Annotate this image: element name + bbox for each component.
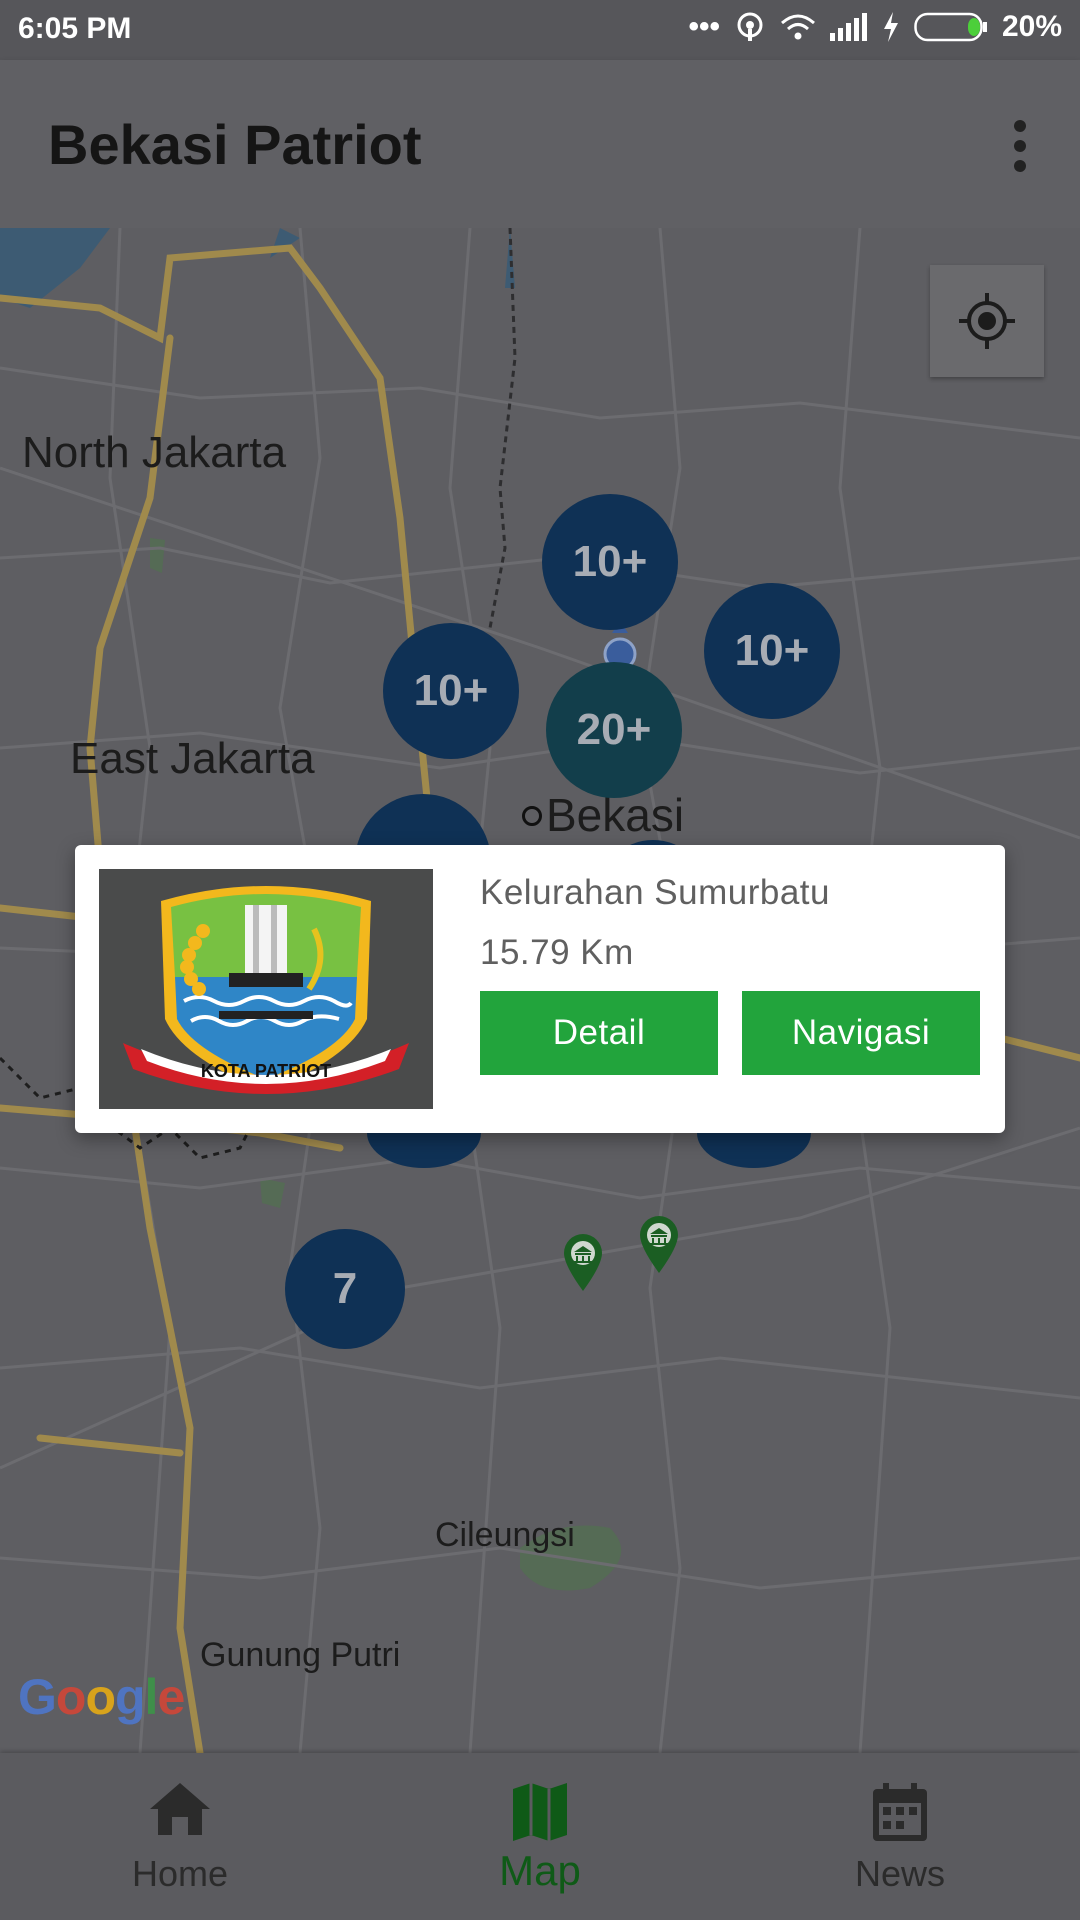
cluster-marker[interactable]: 10+ <box>542 494 678 630</box>
cluster-marker[interactable]: 7 <box>285 1229 405 1349</box>
map-label-gunung-putri: Gunung Putri <box>200 1636 401 1674</box>
city-emblem-image: KOTA PATRIOT <box>99 869 433 1109</box>
cluster-marker[interactable]: 10+ <box>704 583 840 719</box>
cluster-marker[interactable]: 20+ <box>546 662 682 798</box>
cluster-marker[interactable]: 10+ <box>383 623 519 759</box>
my-location-icon <box>959 293 1015 349</box>
battery-percent: 20% <box>1001 10 1062 43</box>
navigate-button[interactable]: Navigasi <box>742 991 980 1075</box>
wifi-icon <box>780 14 815 40</box>
home-icon <box>150 1783 210 1835</box>
location-name: Kelurahan Sumurbatu <box>480 873 830 912</box>
detail-button[interactable]: Detail <box>480 991 718 1075</box>
calendar-icon <box>873 1783 927 1841</box>
my-location-button[interactable] <box>930 265 1044 377</box>
location-info-window: KOTA PATRIOT Kelurahan Sumurbatu 15.79 K… <box>75 845 1005 1133</box>
bottom-navigation: Home Map News <box>0 1753 1080 1920</box>
google-attribution: Google <box>18 1669 185 1725</box>
signal-icon <box>829 13 867 41</box>
status-bar: 6:05 PM ••• 20% <box>0 0 1080 60</box>
nav-item-news[interactable]: News <box>720 1753 1080 1920</box>
hotspot-icon <box>737 12 763 41</box>
map-label-east-jakarta: East Jakarta <box>70 734 315 783</box>
location-distance: 15.79 Km <box>480 933 634 972</box>
battery-icon <box>914 12 987 42</box>
emblem-logo-text: KOTA PATRIOT <box>201 1061 331 1081</box>
more-vert-icon[interactable] <box>1000 116 1040 176</box>
nav-label-home: Home <box>131 1853 229 1894</box>
nav-item-map[interactable]: Map <box>360 1753 720 1920</box>
map-icon <box>513 1783 567 1841</box>
map-label-north-jakarta: North Jakarta <box>22 428 287 477</box>
government-building-pin-icon[interactable] <box>636 1213 682 1275</box>
app-bar: Bekasi Patriot <box>0 60 1080 228</box>
nav-label-map: Map <box>499 1847 581 1894</box>
bekasi-city-dot <box>522 806 542 826</box>
nav-item-home[interactable]: Home <box>0 1753 360 1920</box>
nav-label-news: News <box>854 1853 946 1894</box>
status-time: 6:05 PM <box>18 12 132 45</box>
map-label-cileungsi: Cileungsi <box>435 1516 575 1554</box>
more-notifications-icon: ••• <box>688 10 720 43</box>
government-building-pin-icon[interactable] <box>560 1231 606 1293</box>
charging-icon <box>883 12 898 42</box>
app-title: Bekasi Patriot <box>48 113 422 176</box>
